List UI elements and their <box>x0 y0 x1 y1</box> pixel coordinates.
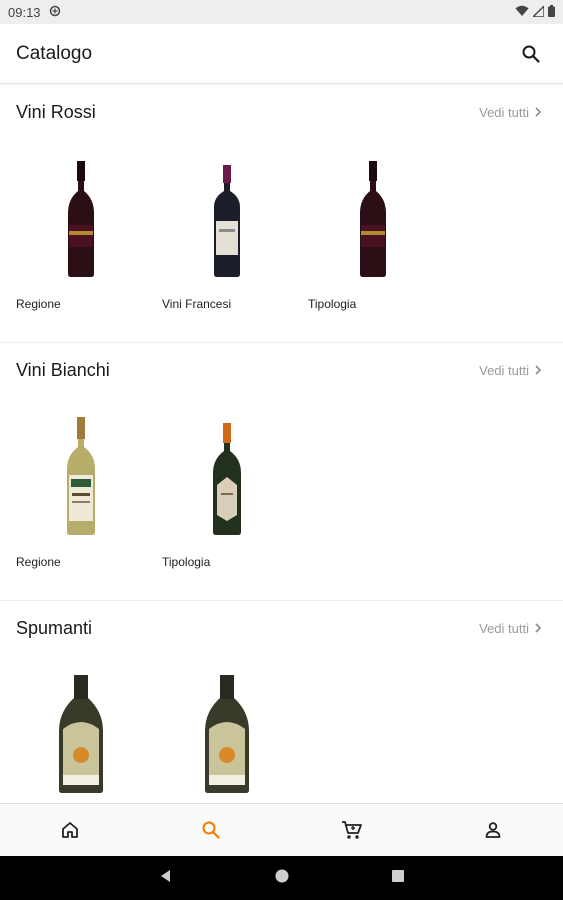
app-bar: Catalogo <box>0 24 563 84</box>
bottom-navigation <box>0 803 563 856</box>
person-icon <box>485 822 501 838</box>
search-icon <box>522 45 540 63</box>
category-card-spumante[interactable] <box>16 655 162 803</box>
wifi-icon <box>515 5 529 20</box>
sparkling-bottle-image <box>16 655 146 793</box>
chevron-right-icon <box>535 365 542 375</box>
section-title: Vini Bianchi <box>16 359 110 380</box>
recents-square-icon <box>391 869 404 882</box>
section-vini-bianchi: Vini Bianchi Vedi tutti Regione Tipologi… <box>0 343 563 601</box>
section-vini-rossi: Vini Rossi Vedi tutti Regione Vini Franc… <box>0 85 563 343</box>
nav-home[interactable] <box>0 804 141 856</box>
status-time: 09:13 <box>8 4 41 20</box>
category-card-tipologia[interactable]: Tipologia <box>308 139 454 311</box>
wine-bottle-image <box>308 139 438 277</box>
category-label: Vini Francesi <box>162 297 232 311</box>
chevron-right-icon <box>535 623 542 633</box>
sparkling-bottle-image <box>162 655 292 793</box>
wine-bottle-image <box>16 397 146 535</box>
sync-icon <box>49 5 61 20</box>
home-button[interactable] <box>274 868 290 889</box>
nav-account[interactable] <box>422 804 563 856</box>
category-card-tipologia[interactable]: Tipologia <box>162 397 308 569</box>
see-all-label: Vedi tutti <box>479 620 529 636</box>
category-label: Tipologia <box>162 555 211 569</box>
see-all-button[interactable]: Vedi tutti <box>479 105 547 120</box>
nav-search[interactable] <box>141 804 282 856</box>
section-title: Spumanti <box>16 617 93 638</box>
see-all-label: Vedi tutti <box>479 104 529 120</box>
wine-bottle-image <box>162 397 292 535</box>
category-card-vini-francesi[interactable]: Vini Francesi <box>162 139 308 311</box>
section-spumanti: Spumanti Vedi tutti <box>0 601 563 803</box>
category-label: Regione <box>16 555 61 569</box>
see-all-label: Vedi tutti <box>479 362 529 378</box>
category-label: Regione <box>16 297 61 311</box>
catalog-list[interactable]: Vini Rossi Vedi tutti Regione Vini Franc… <box>0 85 563 803</box>
wine-bottle-image <box>16 139 146 277</box>
category-card-regione[interactable]: Regione <box>16 397 162 569</box>
status-bar: 09:13 <box>0 0 563 24</box>
back-triangle-icon <box>160 869 170 882</box>
home-icon <box>62 822 79 838</box>
cart-icon <box>341 821 362 839</box>
category-card-spumante[interactable] <box>162 655 308 803</box>
battery-icon <box>548 4 555 20</box>
wine-bottle-image <box>162 139 292 277</box>
page-title: Catalogo <box>16 42 93 64</box>
chevron-right-icon <box>535 107 542 117</box>
see-all-button[interactable]: Vedi tutti <box>479 363 547 378</box>
category-card-regione[interactable]: Regione <box>16 139 162 311</box>
category-label: Tipologia <box>308 297 357 311</box>
see-all-button[interactable]: Vedi tutti <box>479 621 547 636</box>
nav-cart[interactable] <box>282 804 423 856</box>
home-circle-icon <box>275 869 288 882</box>
system-navigation-bar <box>0 856 563 900</box>
back-button[interactable] <box>158 868 174 889</box>
search-icon <box>202 821 220 839</box>
search-button[interactable] <box>515 38 547 70</box>
signal-icon <box>531 3 545 20</box>
section-title: Vini Rossi <box>16 101 96 122</box>
recents-button[interactable] <box>390 868 406 889</box>
